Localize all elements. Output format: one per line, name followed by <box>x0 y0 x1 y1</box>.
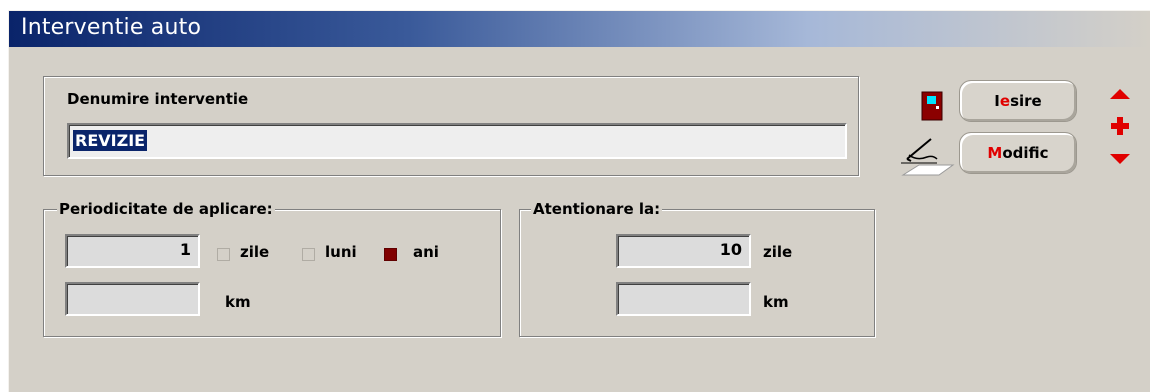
periodicitate-value: 1 <box>179 240 191 259</box>
edit-pen-icon[interactable] <box>897 135 955 181</box>
iesire-hotkey: e <box>999 92 1011 110</box>
arrow-down-icon[interactable] <box>1109 152 1131 166</box>
iesire-button[interactable]: Iesire <box>959 80 1077 122</box>
denumire-value: REVIZIE <box>73 130 148 151</box>
denumire-label: Denumire interventie <box>67 90 249 108</box>
atentionare-title: Atentionare la: <box>531 200 663 218</box>
luni-label: luni <box>325 243 357 261</box>
door-exit-icon[interactable] <box>921 91 943 121</box>
window: Interventie auto Denumire interventie RE… <box>8 10 1150 392</box>
ani-label: ani <box>413 243 439 261</box>
atentionare-zile-input[interactable]: 10 <box>616 234 751 268</box>
atentionare-group <box>519 209 875 337</box>
modific-hotkey: M <box>987 144 1003 162</box>
zile-checkbox[interactable] <box>217 248 230 261</box>
add-plus-icon[interactable] <box>1111 117 1129 135</box>
title-bar: Interventie auto <box>9 11 1150 47</box>
zile-label: zile <box>240 243 270 261</box>
denumire-input[interactable]: REVIZIE <box>67 123 847 159</box>
arrow-up-icon[interactable] <box>1109 87 1131 101</box>
iesire-label-post: sire <box>1010 92 1042 110</box>
ani-checkbox[interactable] <box>384 248 397 261</box>
atentionare-zile-label: zile <box>763 243 793 261</box>
periodicitate-km-input[interactable] <box>65 282 200 316</box>
atentionare-zile-value: 10 <box>719 240 742 259</box>
modific-label-post: odific <box>1002 144 1049 162</box>
atentionare-km-input[interactable] <box>616 282 751 316</box>
periodicitate-km-label: km <box>225 293 251 311</box>
periodicitate-title: Periodicitate de aplicare: <box>57 200 275 218</box>
modific-button[interactable]: Modific <box>959 132 1077 174</box>
window-title: Interventie auto <box>21 15 202 40</box>
periodicitate-group <box>43 209 501 337</box>
luni-checkbox[interactable] <box>302 248 315 261</box>
periodicitate-value-input[interactable]: 1 <box>65 234 200 268</box>
atentionare-km-label: km <box>763 293 789 311</box>
